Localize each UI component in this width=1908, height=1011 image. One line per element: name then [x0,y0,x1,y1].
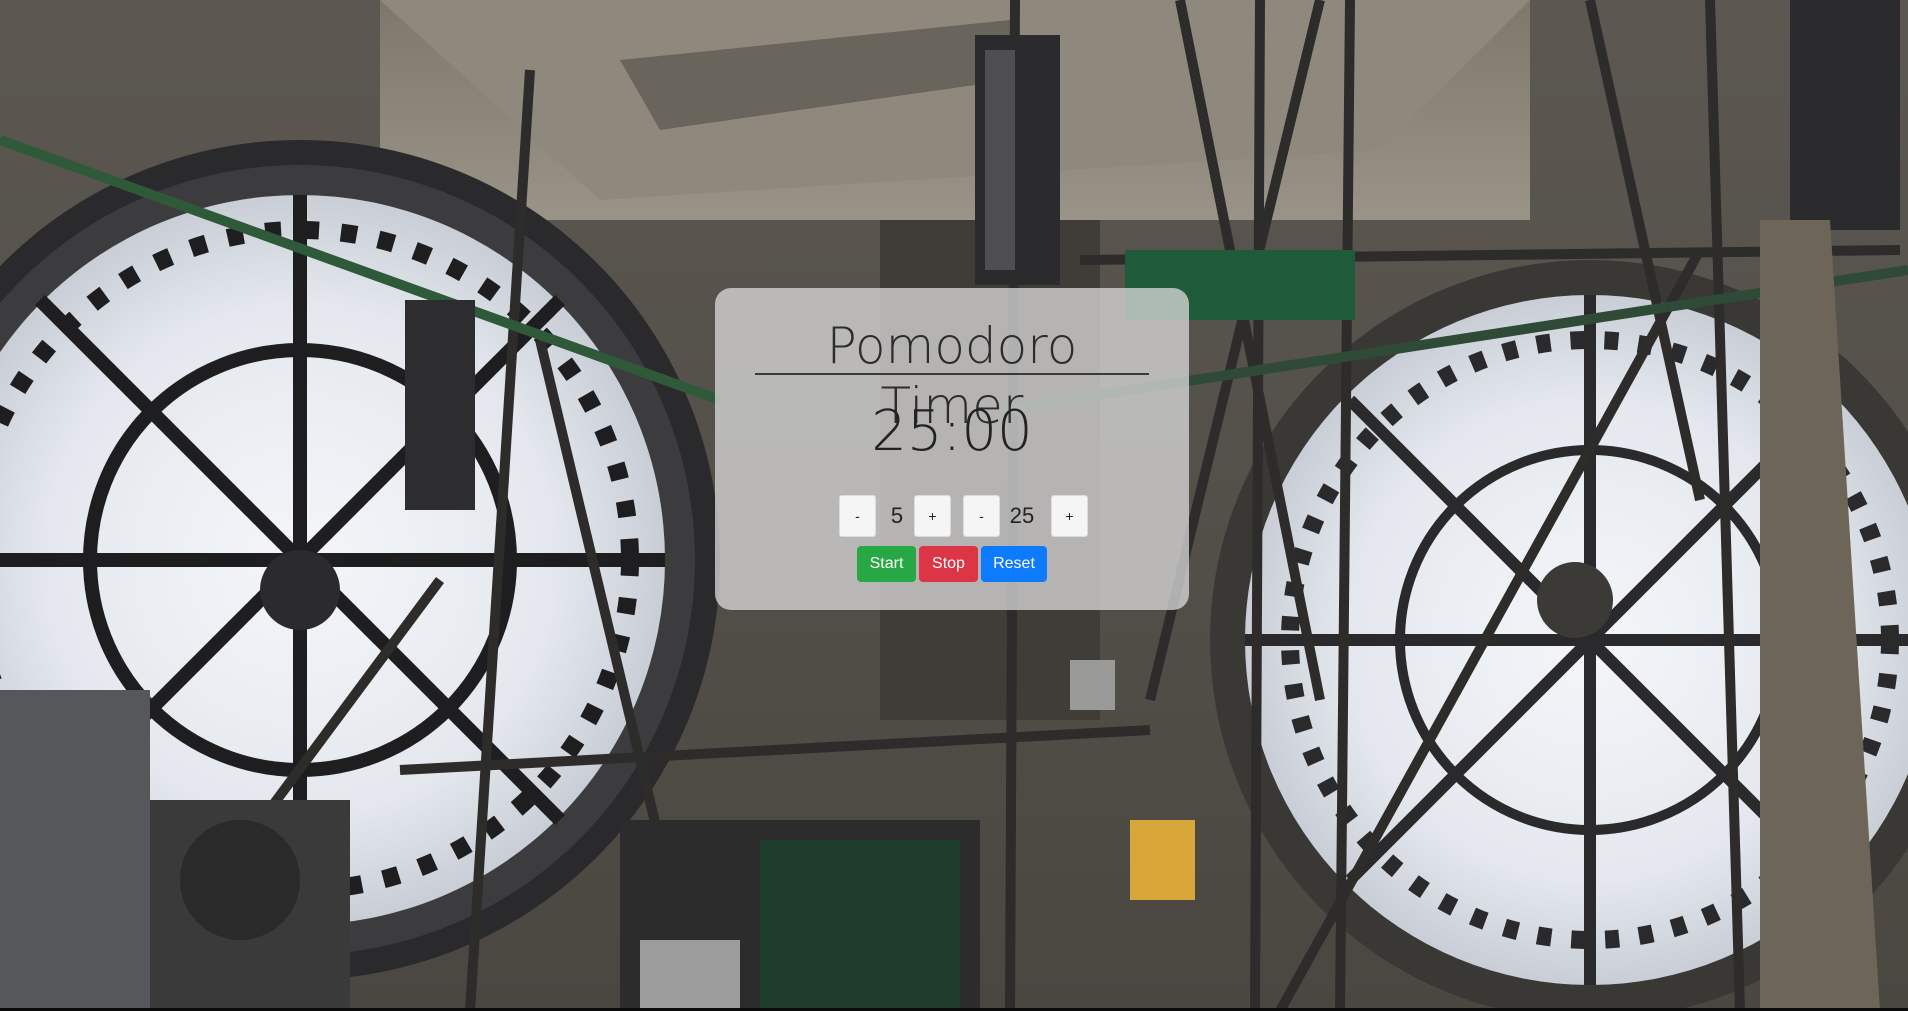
session-length-value: 25 [1009,503,1035,528]
timer-display: 25:00 [871,399,1033,464]
break-increment-button[interactable]: + [914,495,951,537]
pomodoro-timer-card: Pomodoro Timer 25:00 - 5 + - 25 + Start … [715,288,1189,610]
app-window: Pomodoro Timer 25:00 - 5 + - 25 + Start … [0,0,1908,1011]
stop-button[interactable]: Stop [919,546,978,582]
timer-actions: Start Stop Reset [715,546,1189,582]
start-button[interactable]: Start [857,546,916,582]
break-length-value: 5 [890,503,904,528]
session-increment-button[interactable]: + [1051,495,1088,537]
session-decrement-button[interactable]: - [963,495,1000,537]
length-controls: - 5 + - 25 + [715,495,1189,537]
title-underline [755,373,1149,375]
reset-button[interactable]: Reset [981,546,1047,582]
break-decrement-button[interactable]: - [839,495,876,537]
